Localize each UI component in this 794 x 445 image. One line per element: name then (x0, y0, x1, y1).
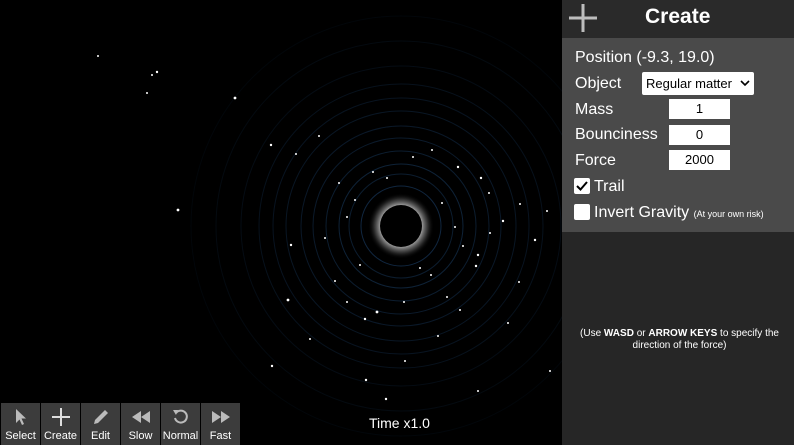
edit-tool-label: Edit (91, 430, 110, 442)
panel-title: Create (645, 5, 711, 28)
checkmark-icon (576, 181, 588, 191)
trail-checkbox[interactable] (574, 178, 590, 194)
panel-header: Create (562, 0, 794, 38)
invert-gravity-checkbox[interactable] (574, 204, 590, 220)
position-readout: Position (-9.3, 19.0) (575, 49, 715, 66)
bounciness-input[interactable]: 0 (669, 125, 730, 145)
edit-tool-button[interactable]: Edit (81, 403, 120, 445)
select-tool-label: Select (5, 430, 36, 442)
create-tool-label: Create (43, 430, 78, 442)
fast-forward-icon (211, 406, 231, 428)
force-label: Force (575, 152, 616, 169)
panel-body: Position (-9.3, 19.0) Object Regular mat… (562, 38, 794, 232)
reset-icon (172, 406, 190, 428)
slow-label: Slow (128, 430, 153, 442)
object-select-value: Regular matter (646, 76, 732, 91)
toolbar: Select Create Edit Slow Normal Fast (1, 403, 241, 445)
hint-mid: or (633, 328, 649, 339)
bounciness-label: Bounciness (575, 126, 658, 143)
normal-label: Normal (162, 430, 199, 442)
mass-input[interactable]: 1 (669, 99, 730, 119)
hint-key-arrows: ARROW KEYS (648, 328, 718, 339)
normal-speed-button[interactable]: Normal (161, 403, 200, 445)
pencil-icon (92, 406, 110, 428)
force-input[interactable]: 2000 (669, 150, 730, 170)
cursor-icon (14, 406, 28, 428)
fast-button[interactable]: Fast (201, 403, 240, 445)
hint-key-wasd: WASD (603, 328, 634, 339)
plus-icon (51, 406, 70, 428)
fast-label: Fast (209, 430, 232, 442)
black-hole[interactable] (380, 205, 422, 247)
create-tool-button[interactable]: Create (41, 403, 80, 445)
slow-button[interactable]: Slow (121, 403, 160, 445)
plus-icon (569, 4, 597, 37)
invert-gravity-label: Invert Gravity (At your own risk) (594, 204, 764, 222)
invert-gravity-text: Invert Gravity (594, 204, 690, 221)
mass-label: Mass (575, 101, 614, 118)
time-scale-label: Time x1.0 (369, 415, 430, 431)
trail-label: Trail (594, 178, 625, 195)
chevron-down-icon (740, 72, 750, 103)
force-hint: (Use WASD or ARROW KEYS to specify the d… (565, 328, 794, 352)
rewind-icon (131, 406, 151, 428)
invert-gravity-note: (At your own risk) (693, 209, 764, 219)
select-tool-button[interactable]: Select (1, 403, 40, 445)
object-select[interactable]: Regular matter (642, 72, 754, 95)
create-panel: Create Position (-9.3, 19.0) Object Regu… (562, 0, 794, 445)
hint-pre: (Use (580, 328, 604, 339)
object-label: Object (575, 75, 622, 92)
